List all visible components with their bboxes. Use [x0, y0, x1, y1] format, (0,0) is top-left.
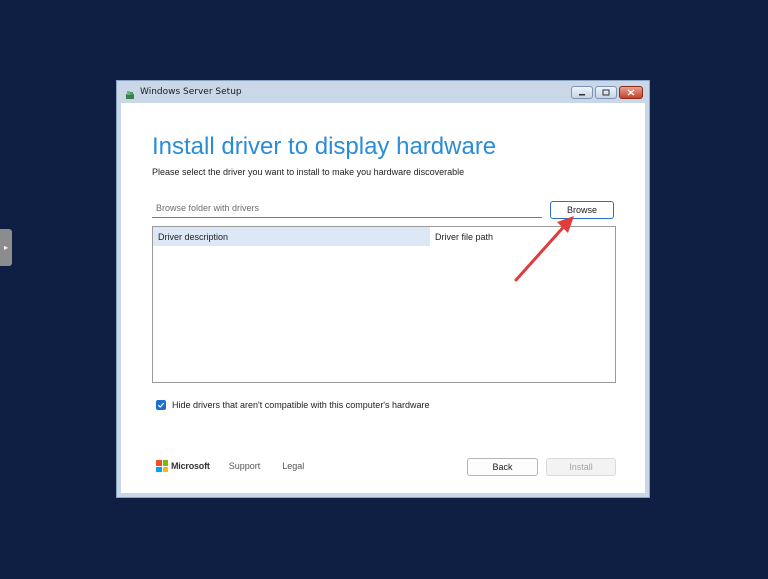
side-panel-tab[interactable]: ▸ [0, 229, 12, 266]
support-link[interactable]: Support [229, 461, 261, 471]
window-title: Windows Server Setup [140, 87, 242, 97]
minimize-button[interactable] [571, 86, 593, 99]
annotation-arrow-icon [514, 216, 574, 282]
page-title: Install driver to display hardware [152, 133, 497, 160]
driver-folder-input[interactable] [152, 199, 542, 218]
setup-content: Install driver to display hardware Pleas… [121, 103, 645, 493]
microsoft-logo-icon [156, 460, 168, 472]
chevron-right-icon: ▸ [3, 243, 8, 252]
install-button[interactable]: Install [546, 458, 616, 476]
page-subtitle: Please select the driver you want to ins… [152, 167, 465, 177]
minimize-icon [579, 93, 585, 95]
back-button[interactable]: Back [467, 458, 538, 476]
hide-incompatible-label: Hide drivers that aren't compatible with… [172, 400, 430, 410]
close-icon [627, 89, 635, 96]
checkmark-icon [157, 402, 165, 408]
title-bar[interactable]: Windows Server Setup [117, 81, 649, 103]
hide-incompatible-checkbox[interactable] [156, 400, 166, 410]
hide-incompatible-option[interactable]: Hide drivers that aren't compatible with… [156, 400, 430, 410]
setup-app-icon [125, 87, 135, 99]
window-controls [571, 86, 643, 99]
legal-link[interactable]: Legal [282, 461, 304, 471]
microsoft-brand: Microsoft [171, 461, 210, 471]
restore-button[interactable] [595, 86, 617, 99]
restore-icon [602, 89, 610, 96]
close-button[interactable] [619, 86, 643, 99]
footer: Microsoft Support Legal [156, 460, 304, 472]
column-header-driver-description[interactable]: Driver description [153, 227, 430, 246]
